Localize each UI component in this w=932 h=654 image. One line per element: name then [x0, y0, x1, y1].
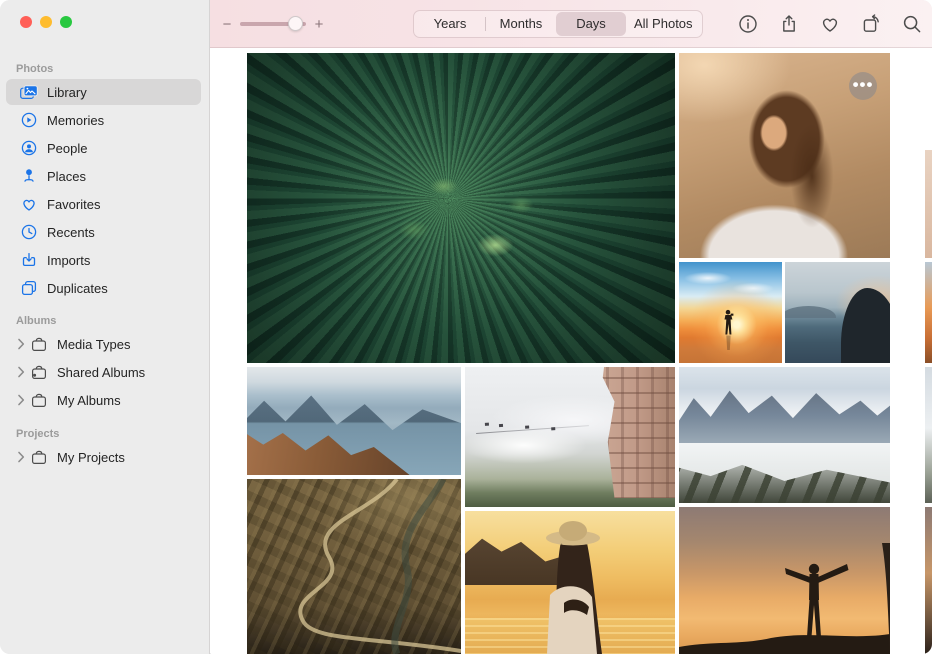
photo-arms-spread[interactable]	[679, 507, 890, 654]
recents-icon	[20, 224, 38, 240]
album-icon	[30, 336, 48, 352]
sidebar-item-my-projects[interactable]: My Projects	[6, 444, 201, 470]
sidebar-item-my-albums[interactable]: My Albums	[6, 387, 201, 413]
chevron-right-icon[interactable]	[14, 365, 27, 379]
album-icon	[30, 449, 48, 465]
shared-album-icon	[30, 364, 48, 380]
sidebar-item-favorites[interactable]: Favorites	[6, 191, 201, 217]
sidebar-item-label: Memories	[47, 113, 104, 128]
chevron-right-icon[interactable]	[14, 337, 27, 351]
photos-app-window: Photos Library Memories People	[0, 0, 932, 654]
zoom-out-icon[interactable]: −	[222, 16, 232, 33]
photo-winding-road[interactable]	[247, 479, 461, 654]
favorite-icon[interactable]	[820, 14, 840, 34]
zoom-slider-knob[interactable]	[288, 16, 303, 31]
view-tabs: Years Months Days All Photos	[413, 10, 703, 38]
sidebar-item-label: Shared Albums	[57, 365, 145, 380]
winding-road-path	[247, 479, 461, 654]
tab-months[interactable]: Months	[486, 12, 556, 36]
silhouette-figure	[465, 511, 675, 654]
share-icon[interactable]	[779, 14, 799, 34]
album-icon	[30, 392, 48, 408]
photo-alps-building[interactable]	[465, 367, 675, 507]
library-icon	[20, 84, 38, 100]
memories-icon	[20, 112, 38, 128]
sidebar-item-memories[interactable]: Memories	[6, 107, 201, 133]
section-header-albums: Albums	[16, 314, 209, 328]
chevron-right-icon[interactable]	[14, 393, 27, 407]
sidebar-item-imports[interactable]: Imports	[6, 247, 201, 273]
clipped-photo-sliver	[925, 150, 932, 258]
sidebar-item-label: My Albums	[57, 393, 121, 408]
tab-days[interactable]: Days	[556, 12, 626, 36]
sidebar-item-people[interactable]: People	[6, 135, 201, 161]
photo-forest-aerial[interactable]	[247, 53, 675, 363]
chevron-right-icon[interactable]	[14, 450, 27, 464]
section-header-projects: Projects	[16, 427, 209, 441]
sidebar-item-media-types[interactable]: Media Types	[6, 331, 201, 357]
sidebar-item-places[interactable]: Places	[6, 163, 201, 189]
sidebar-list: Photos Library Memories People	[0, 0, 209, 472]
toolbar-actions	[738, 0, 922, 48]
imports-icon	[20, 252, 38, 268]
photo-snow-mountains[interactable]	[679, 367, 890, 503]
clipped-photo-sliver	[925, 507, 932, 654]
sidebar-item-label: People	[47, 141, 87, 156]
sidebar: Photos Library Memories People	[0, 0, 210, 654]
favorites-icon	[20, 196, 38, 212]
zoom-slider-track[interactable]	[240, 22, 306, 26]
places-icon	[20, 168, 38, 184]
sidebar-item-label: Favorites	[47, 197, 100, 212]
more-options-button[interactable]: •••	[849, 72, 877, 100]
section-header-photos: Photos	[16, 62, 209, 76]
clipped-photo-sliver	[925, 262, 932, 363]
silhouette-figure	[679, 507, 890, 654]
zoom-in-icon[interactable]: +	[314, 16, 324, 33]
clipped-photo-sliver	[925, 367, 932, 503]
photo-hat-silhouette[interactable]	[465, 511, 675, 654]
sidebar-item-label: My Projects	[57, 450, 125, 465]
sidebar-item-shared-albums[interactable]: Shared Albums	[6, 359, 201, 385]
tab-all-photos[interactable]: All Photos	[626, 12, 701, 36]
sidebar-item-duplicates[interactable]: Duplicates	[6, 275, 201, 301]
sidebar-item-library[interactable]: Library	[6, 79, 201, 105]
sidebar-item-label: Duplicates	[47, 281, 108, 296]
silhouette-figure	[679, 262, 782, 363]
duplicates-icon	[20, 280, 38, 296]
sidebar-item-label: Recents	[47, 225, 95, 240]
sidebar-item-label: Places	[47, 169, 86, 184]
sidebar-item-recents[interactable]: Recents	[6, 219, 201, 245]
sidebar-item-label: Media Types	[57, 337, 130, 352]
sidebar-item-label: Imports	[47, 253, 90, 268]
rotate-icon[interactable]	[861, 14, 881, 34]
sidebar-item-label: Library	[47, 85, 87, 100]
info-icon[interactable]	[738, 14, 758, 34]
photo-sea-silhouette[interactable]	[785, 262, 890, 363]
cable-car-line	[476, 425, 589, 434]
zoom-slider[interactable]: − +	[222, 0, 324, 48]
search-icon[interactable]	[902, 14, 922, 34]
ellipsis-icon: •••	[853, 76, 874, 93]
photo-portrait-sunset[interactable]: •••	[679, 53, 890, 258]
tab-years[interactable]: Years	[415, 12, 485, 36]
photo-beach-photographer[interactable]	[679, 262, 782, 363]
photo-fjord[interactable]	[247, 367, 461, 475]
people-icon	[20, 140, 38, 156]
toolbar: − + Years Months Days All Photos	[210, 0, 932, 48]
